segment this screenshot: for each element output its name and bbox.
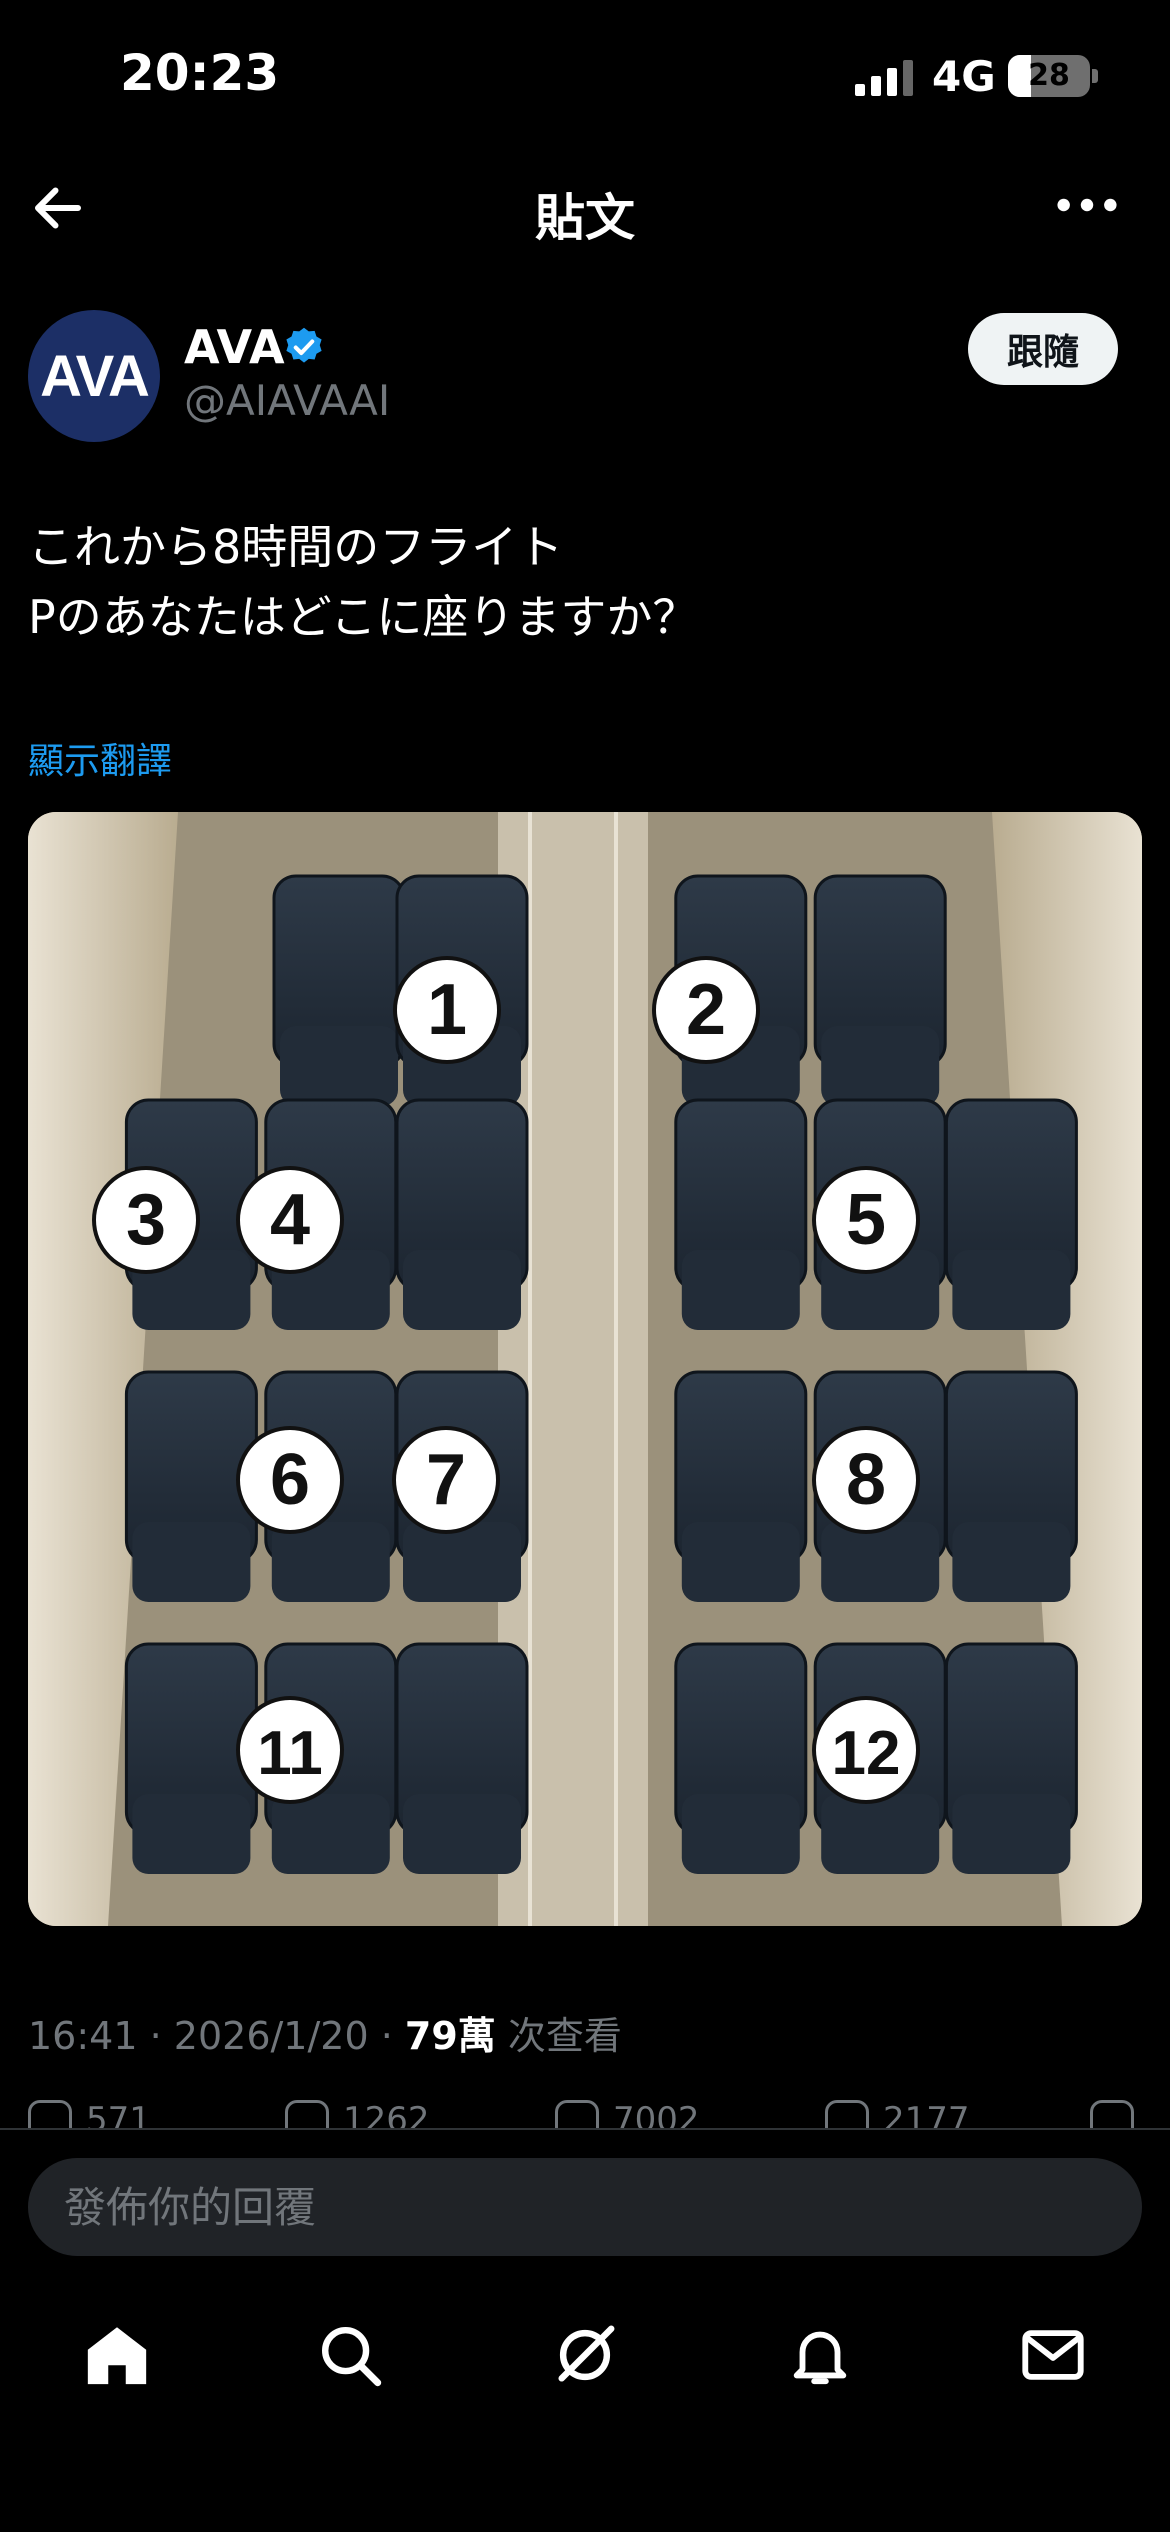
reply-stat[interactable]: 571: [28, 2100, 151, 2128]
search-icon[interactable]: [315, 2320, 385, 2390]
repost-icon: [285, 2100, 329, 2128]
seat-number: 5: [846, 1180, 886, 1260]
seat-cushion: [681, 1250, 800, 1330]
seat-cushion: [280, 1026, 398, 1106]
avatar[interactable]: AVA: [28, 310, 160, 442]
seat-cushion: [271, 1794, 390, 1874]
separator: ·: [149, 2014, 162, 2058]
bookmark-stat[interactable]: 2177: [825, 2100, 970, 2128]
share-stat[interactable]: [1090, 2100, 1148, 2128]
share-icon: [1090, 2100, 1134, 2128]
grok-icon[interactable]: [550, 2320, 620, 2390]
view-count: 79萬: [404, 2014, 496, 2058]
separator: ·: [380, 2014, 393, 2058]
seat-cushion: [271, 1522, 390, 1602]
seat-number: 4: [270, 1180, 310, 1260]
status-time: 20:23: [120, 44, 280, 102]
like-stat[interactable]: 7002: [555, 2100, 700, 2128]
post-text: これから8時間のフライト Pのあなたはどこに座りますか？: [28, 512, 1138, 652]
post-meta: 16:41 · 2026/1/20 · 79萬 次查看: [28, 2005, 622, 2060]
seat-cushion: [132, 1522, 251, 1602]
bottom-tab-bar: [0, 2300, 1170, 2410]
seat-cushion: [132, 1794, 251, 1874]
seat-number: 1: [427, 970, 467, 1050]
seat-cushion: [681, 1794, 800, 1874]
seat-cushion: [403, 1522, 521, 1602]
post-image[interactable]: 1 2 3 4 5 6 7 8 11 12: [28, 812, 1142, 1926]
post-date: 2026/1/20: [173, 2014, 369, 2058]
reply-icon: [28, 2100, 72, 2128]
home-icon[interactable]: [82, 2320, 152, 2390]
seat-cushion: [681, 1522, 800, 1602]
divider: [0, 2128, 1170, 2130]
bookmark-icon: [825, 2100, 869, 2128]
seat-cushion: [821, 1522, 940, 1602]
seat-number: 2: [686, 970, 726, 1050]
status-bar: 20:23 4G 28: [0, 0, 1170, 150]
battery-nub: [1092, 69, 1098, 83]
heart-icon: [555, 2100, 599, 2128]
post-time: 16:41: [28, 2014, 138, 2058]
cellular-signal-icon: [855, 60, 915, 96]
network-type: 4G: [932, 52, 996, 101]
verified-badge-icon: [286, 327, 322, 363]
reply-input[interactable]: [28, 2158, 1142, 2256]
seat-cushion: [952, 1250, 1071, 1330]
seat-number: 7: [426, 1440, 466, 1520]
airplane-seat-illustration: 1 23 4 56 7 811 12: [28, 812, 1142, 1926]
view-label: 次查看: [507, 2014, 622, 2058]
avatar-text: AVA: [40, 343, 150, 409]
seat-number: 3: [126, 1180, 166, 1260]
seat-cushion: [821, 1026, 940, 1106]
follow-button[interactable]: 跟隨: [968, 313, 1118, 385]
battery-icon: 28: [1008, 55, 1090, 97]
post-line: Pのあなたはどこに座りますか？: [28, 590, 699, 644]
header: 貼文: [0, 160, 1170, 250]
messages-icon[interactable]: [1018, 2320, 1088, 2390]
repost-stat[interactable]: 1262: [285, 2100, 430, 2128]
seat-cushion: [403, 1794, 521, 1874]
seat-number: 12: [832, 1719, 901, 1788]
seat-number: 6: [270, 1440, 310, 1520]
battery-level: 28: [1028, 58, 1070, 93]
author-handle[interactable]: @AIAVAAI: [184, 376, 390, 425]
seat-cushion: [952, 1522, 1071, 1602]
engagement-bar: 571 1262 7002 2177: [0, 2100, 1170, 2128]
author-name[interactable]: AVA: [184, 320, 285, 374]
seat-cushion: [821, 1794, 940, 1874]
seat-cushion: [952, 1794, 1071, 1874]
seat-number: 11: [257, 1719, 323, 1788]
post-line: これから8時間のフライト: [28, 520, 564, 574]
more-options-icon[interactable]: [1052, 180, 1122, 230]
page-title: 貼文: [535, 189, 635, 247]
seat-cushion: [403, 1250, 521, 1330]
notifications-icon[interactable]: [785, 2320, 855, 2390]
seat-number: 8: [846, 1440, 886, 1520]
translate-link[interactable]: 顯示翻譯: [28, 732, 172, 784]
